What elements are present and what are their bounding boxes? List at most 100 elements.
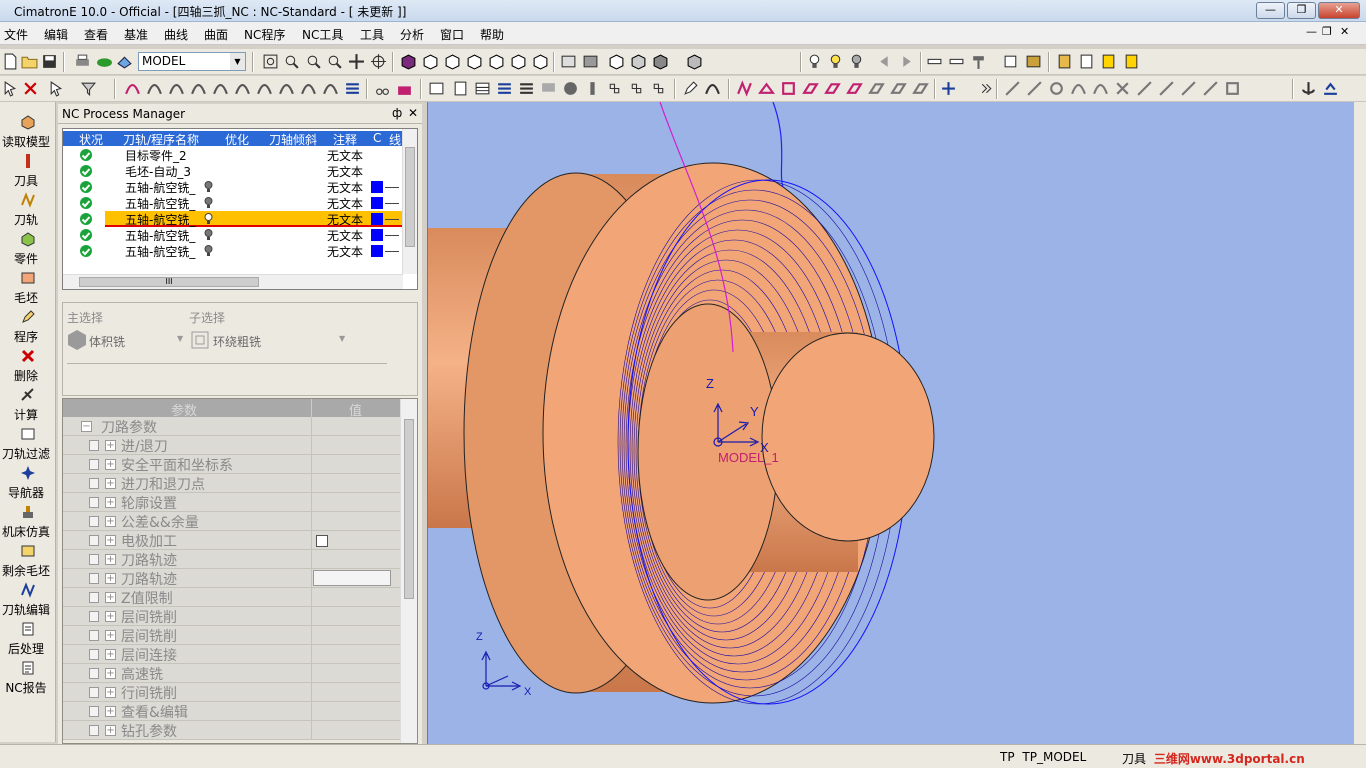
blend-icon[interactable] (234, 80, 251, 97)
param-row[interactable]: + 进刀和退刀点 (63, 474, 401, 493)
toolpath-button[interactable]: 刀轨 (0, 192, 56, 228)
mdi-close-button[interactable]: ✕ (1340, 25, 1349, 38)
cross-tool-icon[interactable] (1114, 80, 1131, 97)
cube-icon[interactable] (780, 80, 797, 97)
extrude-icon[interactable] (868, 80, 885, 97)
menu-window[interactable]: 窗口 (440, 26, 464, 43)
extend-icon[interactable] (212, 80, 229, 97)
menu-curve[interactable]: 曲线 (164, 26, 188, 43)
edit-icon[interactable] (682, 80, 699, 97)
surface-tool-icon[interactable] (146, 80, 163, 97)
revolve-icon[interactable] (890, 80, 907, 97)
book-icon[interactable] (1056, 53, 1073, 70)
save-icon[interactable] (41, 53, 58, 70)
tree-vertical-scrollbar[interactable] (402, 129, 417, 274)
sweep-icon[interactable] (912, 80, 929, 97)
menu-surface[interactable]: 曲面 (204, 26, 228, 43)
col-optimize[interactable]: 优化 (225, 131, 249, 148)
wireframe-icon[interactable] (608, 53, 625, 70)
program-button[interactable]: 程序 (0, 309, 56, 345)
tree-row[interactable]: 五轴-航空铣_ 无文本 (63, 179, 403, 195)
toolpath-filter-button[interactable]: 刀轨过滤 (0, 426, 56, 462)
close-button[interactable]: ✕ (1318, 2, 1360, 19)
package-icon[interactable] (1025, 53, 1042, 70)
split-icon[interactable] (256, 80, 273, 97)
edit-curve-icon[interactable] (322, 80, 339, 97)
param-row[interactable]: + 层间铣削 (63, 626, 401, 645)
pan-icon[interactable] (348, 53, 365, 70)
search-icon[interactable] (326, 53, 343, 70)
param-row[interactable]: + 刀路轨迹 (63, 550, 401, 569)
lightbulb-icon[interactable] (204, 245, 213, 257)
main-select-value[interactable]: 体积铣 (89, 333, 125, 350)
offset-icon[interactable] (168, 80, 185, 97)
model-canvas[interactable]: Z Y X MODEL_1 Z X (428, 102, 1354, 744)
param-row[interactable]: + 刀路轨迹 (63, 569, 401, 588)
view-right-icon[interactable] (466, 53, 483, 70)
toolpath-edit-button[interactable]: 刀轨编辑 (0, 582, 56, 618)
lightbulb-off-icon[interactable] (848, 53, 865, 70)
param-row[interactable]: + Z值限制 (63, 588, 401, 607)
pick-icon[interactable] (48, 80, 65, 97)
lightbulb-icon[interactable] (204, 213, 213, 225)
tree-row[interactable]: 五轴-航空铣_ 无文本 (63, 227, 403, 243)
view-iso-icon[interactable] (400, 53, 417, 70)
box-tool-icon[interactable] (1224, 80, 1241, 97)
zoom-all-icon[interactable] (262, 53, 279, 70)
new-file-icon[interactable] (2, 53, 19, 70)
corner-tool-icon[interactable] (1136, 80, 1153, 97)
expand-icon[interactable]: + (105, 516, 116, 527)
param-value-field[interactable] (313, 570, 391, 586)
param-row[interactable]: + 高速铣 (63, 664, 401, 683)
menu-tools[interactable]: 工具 (360, 26, 384, 43)
load-model-button[interactable]: 读取模型 (0, 114, 56, 150)
param-row[interactable]: − 刀路参数 (63, 417, 401, 436)
expand-icon[interactable]: + (105, 592, 116, 603)
col-axis-tilt[interactable]: 刀轴倾斜 (269, 131, 317, 148)
link-icon[interactable] (606, 80, 623, 97)
param-row[interactable]: + 电极加工 (63, 531, 401, 550)
tree-row[interactable]: 目标零件_2 无文本 (63, 147, 403, 163)
collapse-icon[interactable]: − (81, 421, 92, 432)
expand-icon[interactable]: + (105, 706, 116, 717)
rotate-icon[interactable] (370, 53, 387, 70)
trim-icon[interactable] (190, 80, 207, 97)
curve-tool-icon[interactable] (124, 80, 141, 97)
expand-icon[interactable]: + (105, 478, 116, 489)
mdi-minimize-button[interactable]: — (1306, 25, 1317, 38)
face-icon[interactable] (758, 80, 775, 97)
more-tools-icon[interactable] (978, 80, 995, 97)
expand-icon[interactable]: + (105, 649, 116, 660)
expand-icon[interactable]: + (105, 573, 116, 584)
zoom-window-icon[interactable] (283, 53, 300, 70)
tree-row[interactable]: 毛坯-自动_3 无文本 (63, 163, 403, 179)
list-icon[interactable] (344, 80, 361, 97)
circle-tool-icon[interactable] (1048, 80, 1065, 97)
machine-sim-button[interactable]: 机床仿真 (0, 504, 56, 540)
param-row[interactable]: + 公差&&余量 (63, 512, 401, 531)
param-row[interactable]: + 层间连接 (63, 645, 401, 664)
arrow-left-icon[interactable] (876, 53, 893, 70)
model-combo[interactable]: MODEL ▼ (138, 52, 246, 71)
underline-icon[interactable] (1322, 80, 1339, 97)
post-process-button[interactable]: 后处理 (0, 621, 56, 657)
book2-icon[interactable] (1078, 53, 1095, 70)
expand-icon[interactable]: + (105, 725, 116, 736)
param-row[interactable]: + 层间铣削 (63, 607, 401, 626)
join-icon[interactable] (278, 80, 295, 97)
arrow-right-icon[interactable] (898, 53, 915, 70)
expand-icon[interactable]: + (105, 459, 116, 470)
compute-button[interactable]: 计算 (0, 387, 56, 423)
tree-row[interactable]: 五轴-航空铣_ 无文本 (63, 195, 403, 211)
menu-view[interactable]: 查看 (84, 26, 108, 43)
display-mode-icon[interactable] (560, 53, 577, 70)
chamfer-tool-icon[interactable] (1158, 80, 1175, 97)
main-select-dropdown-icon[interactable]: ▼ (177, 334, 183, 343)
shaded-icon[interactable] (652, 53, 669, 70)
print-icon[interactable] (74, 53, 91, 70)
sub-select-value[interactable]: 环绕粗铣 (213, 333, 261, 350)
menu-analysis[interactable]: 分析 (400, 26, 424, 43)
expand-icon[interactable]: + (105, 611, 116, 622)
pin-icon[interactable]: ф (392, 106, 402, 120)
expand-icon[interactable]: + (105, 687, 116, 698)
